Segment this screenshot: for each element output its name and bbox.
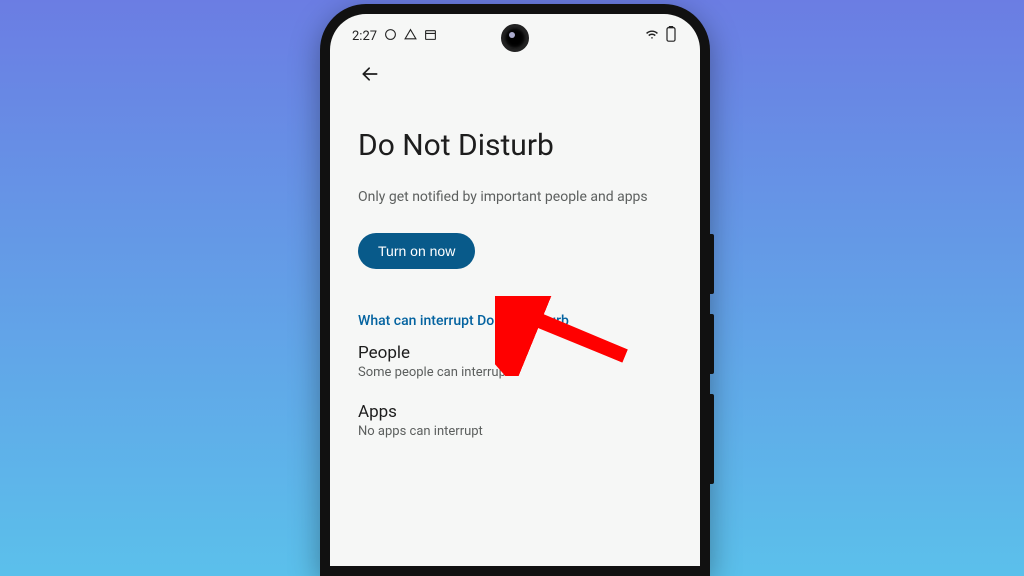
section-header-interrupt[interactable]: What can interrupt Do Not Disturb bbox=[358, 313, 672, 329]
list-item-people[interactable]: People Some people can interrupt bbox=[358, 343, 672, 380]
camera-hole bbox=[501, 24, 529, 52]
side-button bbox=[710, 234, 714, 294]
turn-on-now-button[interactable]: Turn on now bbox=[358, 233, 475, 269]
side-button bbox=[710, 394, 714, 484]
phone-frame: 2:27 bbox=[320, 4, 710, 576]
list-item-subtitle: Some people can interrupt bbox=[358, 365, 672, 380]
page-subtitle: Only get notified by important people an… bbox=[358, 189, 672, 205]
list-item-title: Apps bbox=[358, 402, 672, 422]
list-item-title: People bbox=[358, 343, 672, 363]
arrow-left-icon bbox=[360, 64, 380, 84]
battery-icon bbox=[666, 26, 676, 46]
circle-icon bbox=[384, 28, 397, 45]
list-item-subtitle: No apps can interrupt bbox=[358, 424, 672, 439]
list-item-apps[interactable]: Apps No apps can interrupt bbox=[358, 402, 672, 439]
page-title: Do Not Disturb bbox=[358, 128, 672, 163]
side-button bbox=[710, 314, 714, 374]
status-time: 2:27 bbox=[352, 29, 377, 44]
triangle-alert-icon bbox=[404, 28, 417, 45]
phone-screen: 2:27 bbox=[330, 14, 700, 566]
back-button[interactable] bbox=[358, 62, 382, 86]
calendar-icon bbox=[424, 28, 437, 45]
wifi-icon bbox=[644, 28, 660, 45]
